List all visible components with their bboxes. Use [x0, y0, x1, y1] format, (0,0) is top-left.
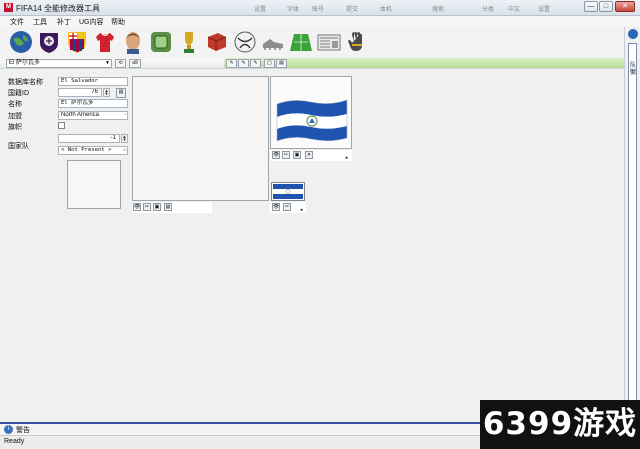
side-panel-track[interactable] — [628, 43, 637, 415]
top-ghost-item: 账号 — [312, 7, 325, 13]
minimize-button[interactable]: — — [584, 1, 598, 12]
side-panel-toggle-icon[interactable] — [628, 29, 638, 39]
small-flag-toolbar: 👁 ✂ ▸ — [270, 202, 306, 213]
copy-icon[interactable]: ▤ — [116, 88, 126, 98]
view-icon[interactable]: 👁 — [272, 151, 280, 159]
globe-icon[interactable] — [8, 29, 34, 55]
country-id-label: 国籍ID — [8, 90, 29, 97]
trophy-icon[interactable] — [176, 29, 202, 55]
db-name-field[interactable]: El Salvador — [58, 77, 128, 86]
country-id-stepper[interactable]: ▲ ▼ — [103, 88, 110, 97]
export-icon[interactable]: ▣ — [153, 203, 161, 211]
confederation-select[interactable]: North America ▫ — [58, 111, 128, 120]
team-dropdown[interactable]: El 萨尔瓦多 ▼ — [6, 59, 112, 68]
cut-icon[interactable]: ✂ — [143, 203, 151, 211]
national-team-value: < Not Present > — [61, 147, 112, 153]
el-salvador-flag-large — [276, 99, 348, 142]
name-field[interactable]: El 萨尔瓦多 — [58, 99, 128, 108]
view-icon[interactable]: 👁 — [133, 203, 141, 211]
top-ghost-item: 提交 — [346, 7, 359, 13]
pitch-icon[interactable] — [288, 29, 314, 55]
flag-value-field[interactable]: -1 — [58, 134, 120, 143]
top-ghost-item: 搜索 — [432, 7, 445, 13]
view-icon[interactable]: 👁 — [272, 203, 280, 211]
export-icon[interactable]: ▣ — [293, 151, 301, 159]
edit-button-3[interactable]: ✎ — [250, 59, 261, 68]
alert-text[interactable]: 警告 — [16, 425, 30, 435]
menu-file[interactable]: 文件 — [10, 17, 24, 27]
main-toolbar — [0, 27, 640, 57]
title-bar: M FIFA14 全能修改器工具 设置 字体 账号 提交 本机 搜索 分类 中文… — [0, 0, 640, 16]
search-button[interactable]: a9 — [129, 59, 141, 68]
national-team-label: 国家队 — [8, 143, 29, 150]
el-salvador-flag-small — [273, 184, 303, 199]
menu-help[interactable]: 帮助 — [111, 17, 125, 27]
premier-league-icon[interactable] — [36, 29, 62, 55]
chevron-down-icon: ▫ — [122, 147, 126, 153]
top-ghost-item: 中文 — [508, 7, 521, 13]
cut-icon[interactable]: ✂ — [282, 151, 290, 159]
side-panel-label: 队徽 — [629, 63, 636, 76]
expand-icon[interactable]: ▸ — [344, 155, 350, 161]
document-button[interactable]: ▤ — [276, 59, 287, 68]
restore-button[interactable]: □ — [599, 1, 613, 12]
menu-ug-content[interactable]: UG内容 — [79, 17, 104, 27]
goalkeeper-gloves-icon[interactable] — [344, 29, 370, 55]
menu-patch[interactable]: 补丁 — [57, 17, 71, 27]
barcelona-crest-icon[interactable] — [64, 29, 90, 55]
import-icon[interactable]: ▤ — [164, 203, 172, 211]
site-watermark: 6399游戏 — [480, 400, 640, 449]
delete-icon[interactable]: ✕ — [305, 151, 313, 159]
top-ghost-item: 本机 — [380, 7, 393, 13]
top-ghost-item: 设置 — [254, 7, 267, 13]
main-image-area — [134, 78, 267, 199]
flag-checkbox[interactable] — [58, 122, 65, 129]
new-item-button[interactable]: ▢ — [264, 59, 275, 68]
side-panel-strip: 队徽 — [624, 27, 640, 422]
expand-icon[interactable]: ▸ — [299, 207, 305, 213]
chevron-down-icon: ▼ — [105, 60, 110, 66]
flag-toolbar: 👁 ✂ ▣ ✕ ▸ — [270, 150, 352, 161]
db-name-label: 数据库名称 — [8, 79, 43, 86]
name-label: 名称 — [8, 101, 22, 108]
flag-value-stepper[interactable]: ▲ ▼ — [121, 134, 128, 143]
newspaper-icon[interactable] — [316, 29, 342, 55]
window-title: FIFA14 全能修改器工具 — [16, 4, 101, 13]
national-team-select[interactable]: < Not Present > ▫ — [58, 146, 128, 155]
boots-icon[interactable] — [260, 29, 286, 55]
jersey-icon[interactable] — [92, 29, 118, 55]
country-id-field[interactable]: 76 — [58, 88, 102, 97]
player-face-icon[interactable] — [120, 29, 146, 55]
flag-label: 旗帜 — [8, 124, 22, 131]
top-ghost-item: 设置 — [538, 7, 551, 13]
main-image-panel — [132, 76, 269, 201]
top-ghost-item: 字体 — [287, 7, 300, 13]
team-selector-bar: El 萨尔瓦多 ▼ ⟲ a9 ✎ ✎ ✎ ▢ ▤ — [0, 58, 640, 69]
stadium-icon[interactable] — [148, 29, 174, 55]
small-flag-panel — [271, 182, 305, 201]
app-icon: M — [4, 3, 13, 12]
confederation-label: 加盟 — [8, 113, 22, 120]
status-text: Ready — [4, 438, 25, 445]
chevron-down-icon: ▫ — [124, 112, 126, 118]
edit-button-1[interactable]: ✎ — [226, 59, 237, 68]
close-button[interactable]: ✕ — [615, 1, 635, 12]
ball-icon[interactable] — [232, 29, 258, 55]
confederation-value: North America — [61, 112, 100, 118]
menu-bar: 文件 工具 补丁 UG内容 帮助 — [0, 16, 640, 27]
edit-button-2[interactable]: ✎ — [238, 59, 249, 68]
info-icon[interactable]: i — [4, 425, 13, 434]
team-dropdown-value: El 萨尔瓦多 — [9, 60, 41, 66]
menu-tools[interactable]: 工具 — [33, 17, 47, 27]
cut-icon[interactable]: ✂ — [283, 203, 291, 211]
refresh-button[interactable]: ⟲ — [115, 59, 126, 68]
photo-placeholder — [67, 160, 121, 209]
kit-bag-icon[interactable] — [204, 29, 230, 55]
top-ghost-item: 分类 — [482, 7, 495, 13]
main-image-toolbar: 👁 ✂ ▣ ▤ — [132, 202, 212, 213]
